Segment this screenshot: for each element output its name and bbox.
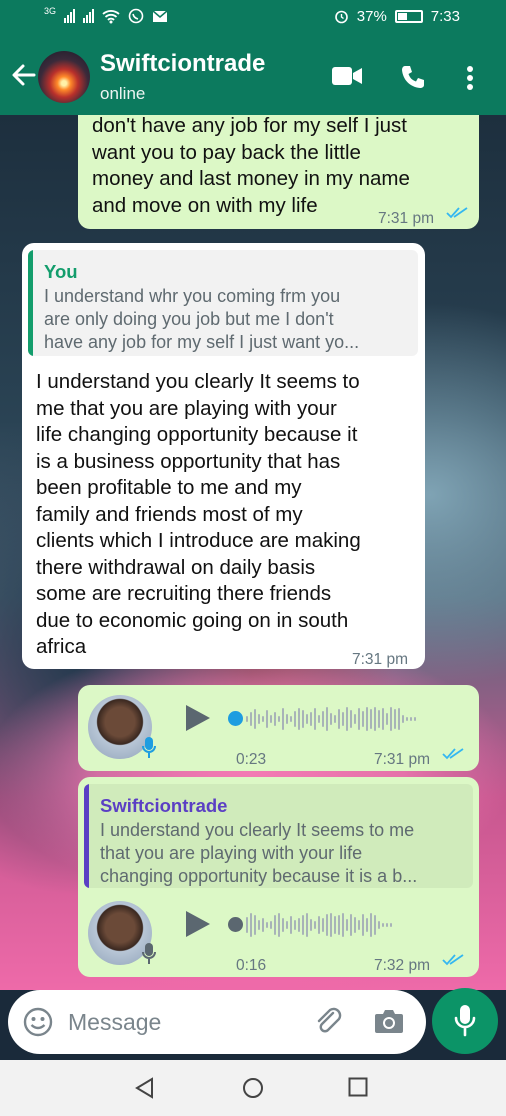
voice-call-icon[interactable] xyxy=(400,64,426,90)
message-input-bar xyxy=(8,990,426,1054)
play-button[interactable] xyxy=(186,911,210,937)
message-time: 7:32 pm xyxy=(374,957,431,974)
signal-icon-1 xyxy=(64,9,76,23)
camera-icon[interactable] xyxy=(374,1008,404,1034)
back-triangle-icon[interactable] xyxy=(134,1077,154,1099)
message-text: I understand you clearly It seems to me … xyxy=(36,370,361,658)
status-bar: 3G 37% 7:33 xyxy=(0,0,506,38)
voice-waveform[interactable] xyxy=(246,910,392,940)
recents-square-icon[interactable] xyxy=(348,1077,368,1097)
more-options-icon[interactable] xyxy=(466,65,474,91)
quote-text: I understand you clearly It seems to me … xyxy=(100,820,418,886)
status-right: 37% 7:33 xyxy=(334,8,460,25)
status-left: 3G xyxy=(44,6,168,24)
read-ticks-icon xyxy=(446,207,468,219)
quoted-message[interactable]: Swiftciontrade I understand you clearly … xyxy=(84,784,473,888)
quoted-message[interactable]: You I understand whr you coming frm you … xyxy=(28,250,418,356)
voice-message-bubble[interactable]: 0:23 7:31 pm xyxy=(78,685,479,771)
contact-name[interactable]: Swiftciontrade xyxy=(100,50,265,78)
message-bubble-incoming[interactable]: You I understand whr you coming frm you … xyxy=(22,243,425,669)
message-text: don't have any job for my self I just wa… xyxy=(92,115,410,217)
mail-icon xyxy=(152,9,168,22)
mic-badge-icon xyxy=(142,737,156,758)
video-call-icon[interactable] xyxy=(332,66,362,86)
contact-status: online xyxy=(100,84,146,103)
chat-header: Swiftciontrade online xyxy=(0,38,506,115)
quote-author: You xyxy=(44,261,78,282)
status-time: 7:33 xyxy=(430,8,460,25)
whatsapp-icon xyxy=(128,8,144,24)
voice-waveform[interactable] xyxy=(246,704,416,734)
quote-bar xyxy=(28,250,33,356)
message-bubble-outgoing[interactable]: don't have any job for my self I just wa… xyxy=(78,115,479,229)
network-type: 3G xyxy=(44,6,57,16)
contact-avatar[interactable] xyxy=(38,51,90,103)
alarm-icon xyxy=(334,10,348,24)
record-voice-button[interactable] xyxy=(432,988,498,1054)
signal-icon-2 xyxy=(83,9,95,23)
battery-percent: 37% xyxy=(356,8,387,25)
quote-author: Swiftciontrade xyxy=(100,795,228,816)
message-time: 7:31 pm xyxy=(352,651,409,668)
quote-bar xyxy=(84,784,89,888)
message-time: 7:31 pm xyxy=(374,751,431,768)
voice-duration: 0:16 xyxy=(236,957,267,974)
voice-progress-dot[interactable] xyxy=(228,917,243,932)
attach-icon[interactable] xyxy=(313,1006,345,1038)
voice-duration: 0:23 xyxy=(236,751,267,768)
voice-progress-dot[interactable] xyxy=(228,711,243,726)
system-nav-bar xyxy=(0,1060,506,1116)
read-ticks-icon xyxy=(442,748,464,760)
play-button[interactable] xyxy=(186,705,210,731)
message-time: 7:31 pm xyxy=(378,210,435,227)
voice-message-bubble-quoted[interactable]: Swiftciontrade I understand you clearly … xyxy=(78,777,479,977)
chat-area[interactable]: don't have any job for my self I just wa… xyxy=(0,115,506,990)
read-ticks-icon xyxy=(442,954,464,966)
message-input[interactable] xyxy=(68,1002,298,1042)
quote-text: I understand whr you coming frm you are … xyxy=(44,286,360,352)
mic-badge-icon xyxy=(142,943,156,964)
wifi-icon xyxy=(102,9,120,23)
mic-icon xyxy=(454,1005,476,1037)
battery-icon xyxy=(394,10,423,23)
emoji-icon[interactable] xyxy=(22,1006,54,1038)
home-circle-icon[interactable] xyxy=(242,1077,264,1099)
back-arrow-icon[interactable] xyxy=(10,60,38,90)
